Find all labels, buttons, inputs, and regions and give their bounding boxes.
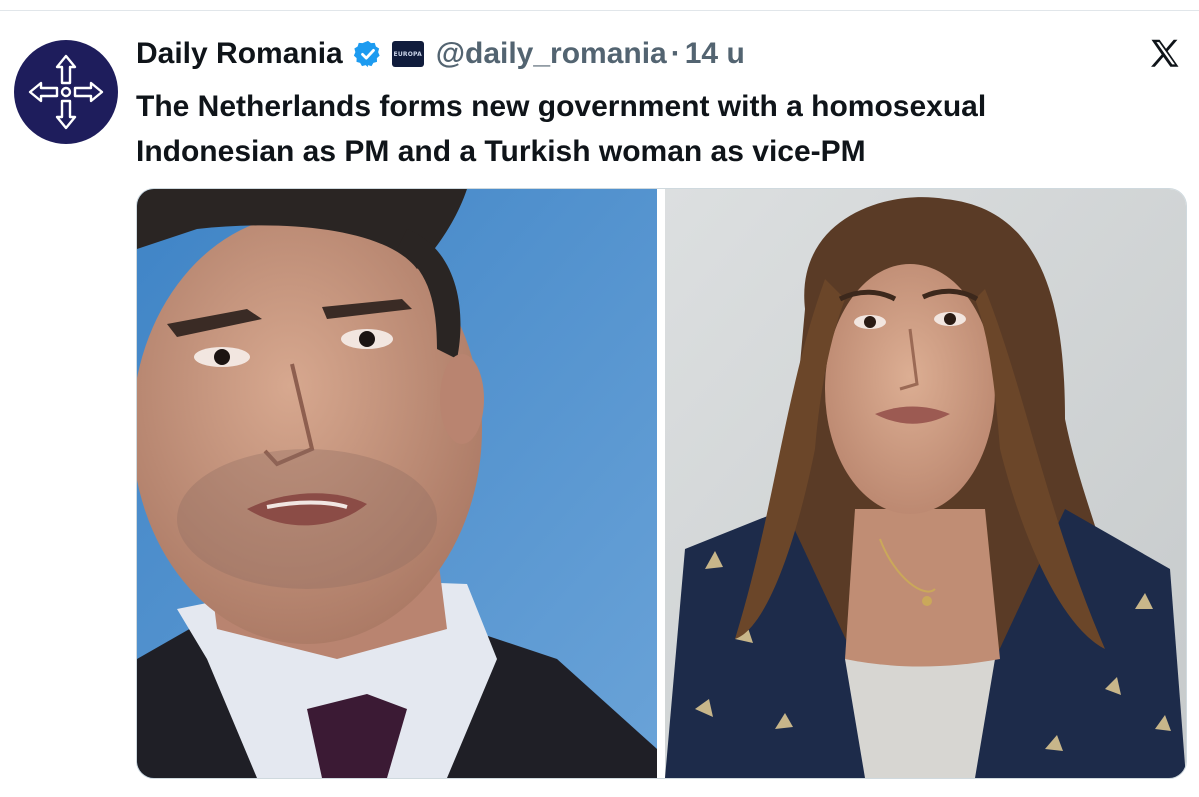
cross-logo-icon bbox=[28, 54, 104, 130]
photo-woman[interactable] bbox=[665, 189, 1186, 778]
verified-check-icon[interactable] bbox=[353, 39, 383, 69]
avatar[interactable] bbox=[14, 40, 118, 144]
affiliate-badge[interactable]: EUROPA bbox=[391, 41, 424, 67]
separator-dot: · bbox=[670, 37, 681, 70]
author-name[interactable]: Daily Romania bbox=[136, 37, 343, 71]
tweet-media[interactable] bbox=[136, 188, 1187, 779]
x-logo-icon bbox=[1151, 39, 1179, 67]
tweet-text: The Netherlands forms new government wit… bbox=[136, 90, 987, 168]
photo-gap bbox=[657, 189, 665, 778]
tweet-header: Daily Romania EUROPA @daily_romania · 14… bbox=[136, 34, 745, 74]
photo-man-image bbox=[137, 189, 657, 778]
author-handle[interactable]: @daily_romania bbox=[436, 37, 667, 71]
photo-man[interactable] bbox=[137, 189, 657, 778]
top-divider bbox=[0, 10, 1199, 11]
timestamp[interactable]: 14 u bbox=[685, 37, 745, 71]
affiliate-badge-label: EUROPA bbox=[393, 50, 422, 58]
photo-woman-image bbox=[665, 189, 1186, 778]
